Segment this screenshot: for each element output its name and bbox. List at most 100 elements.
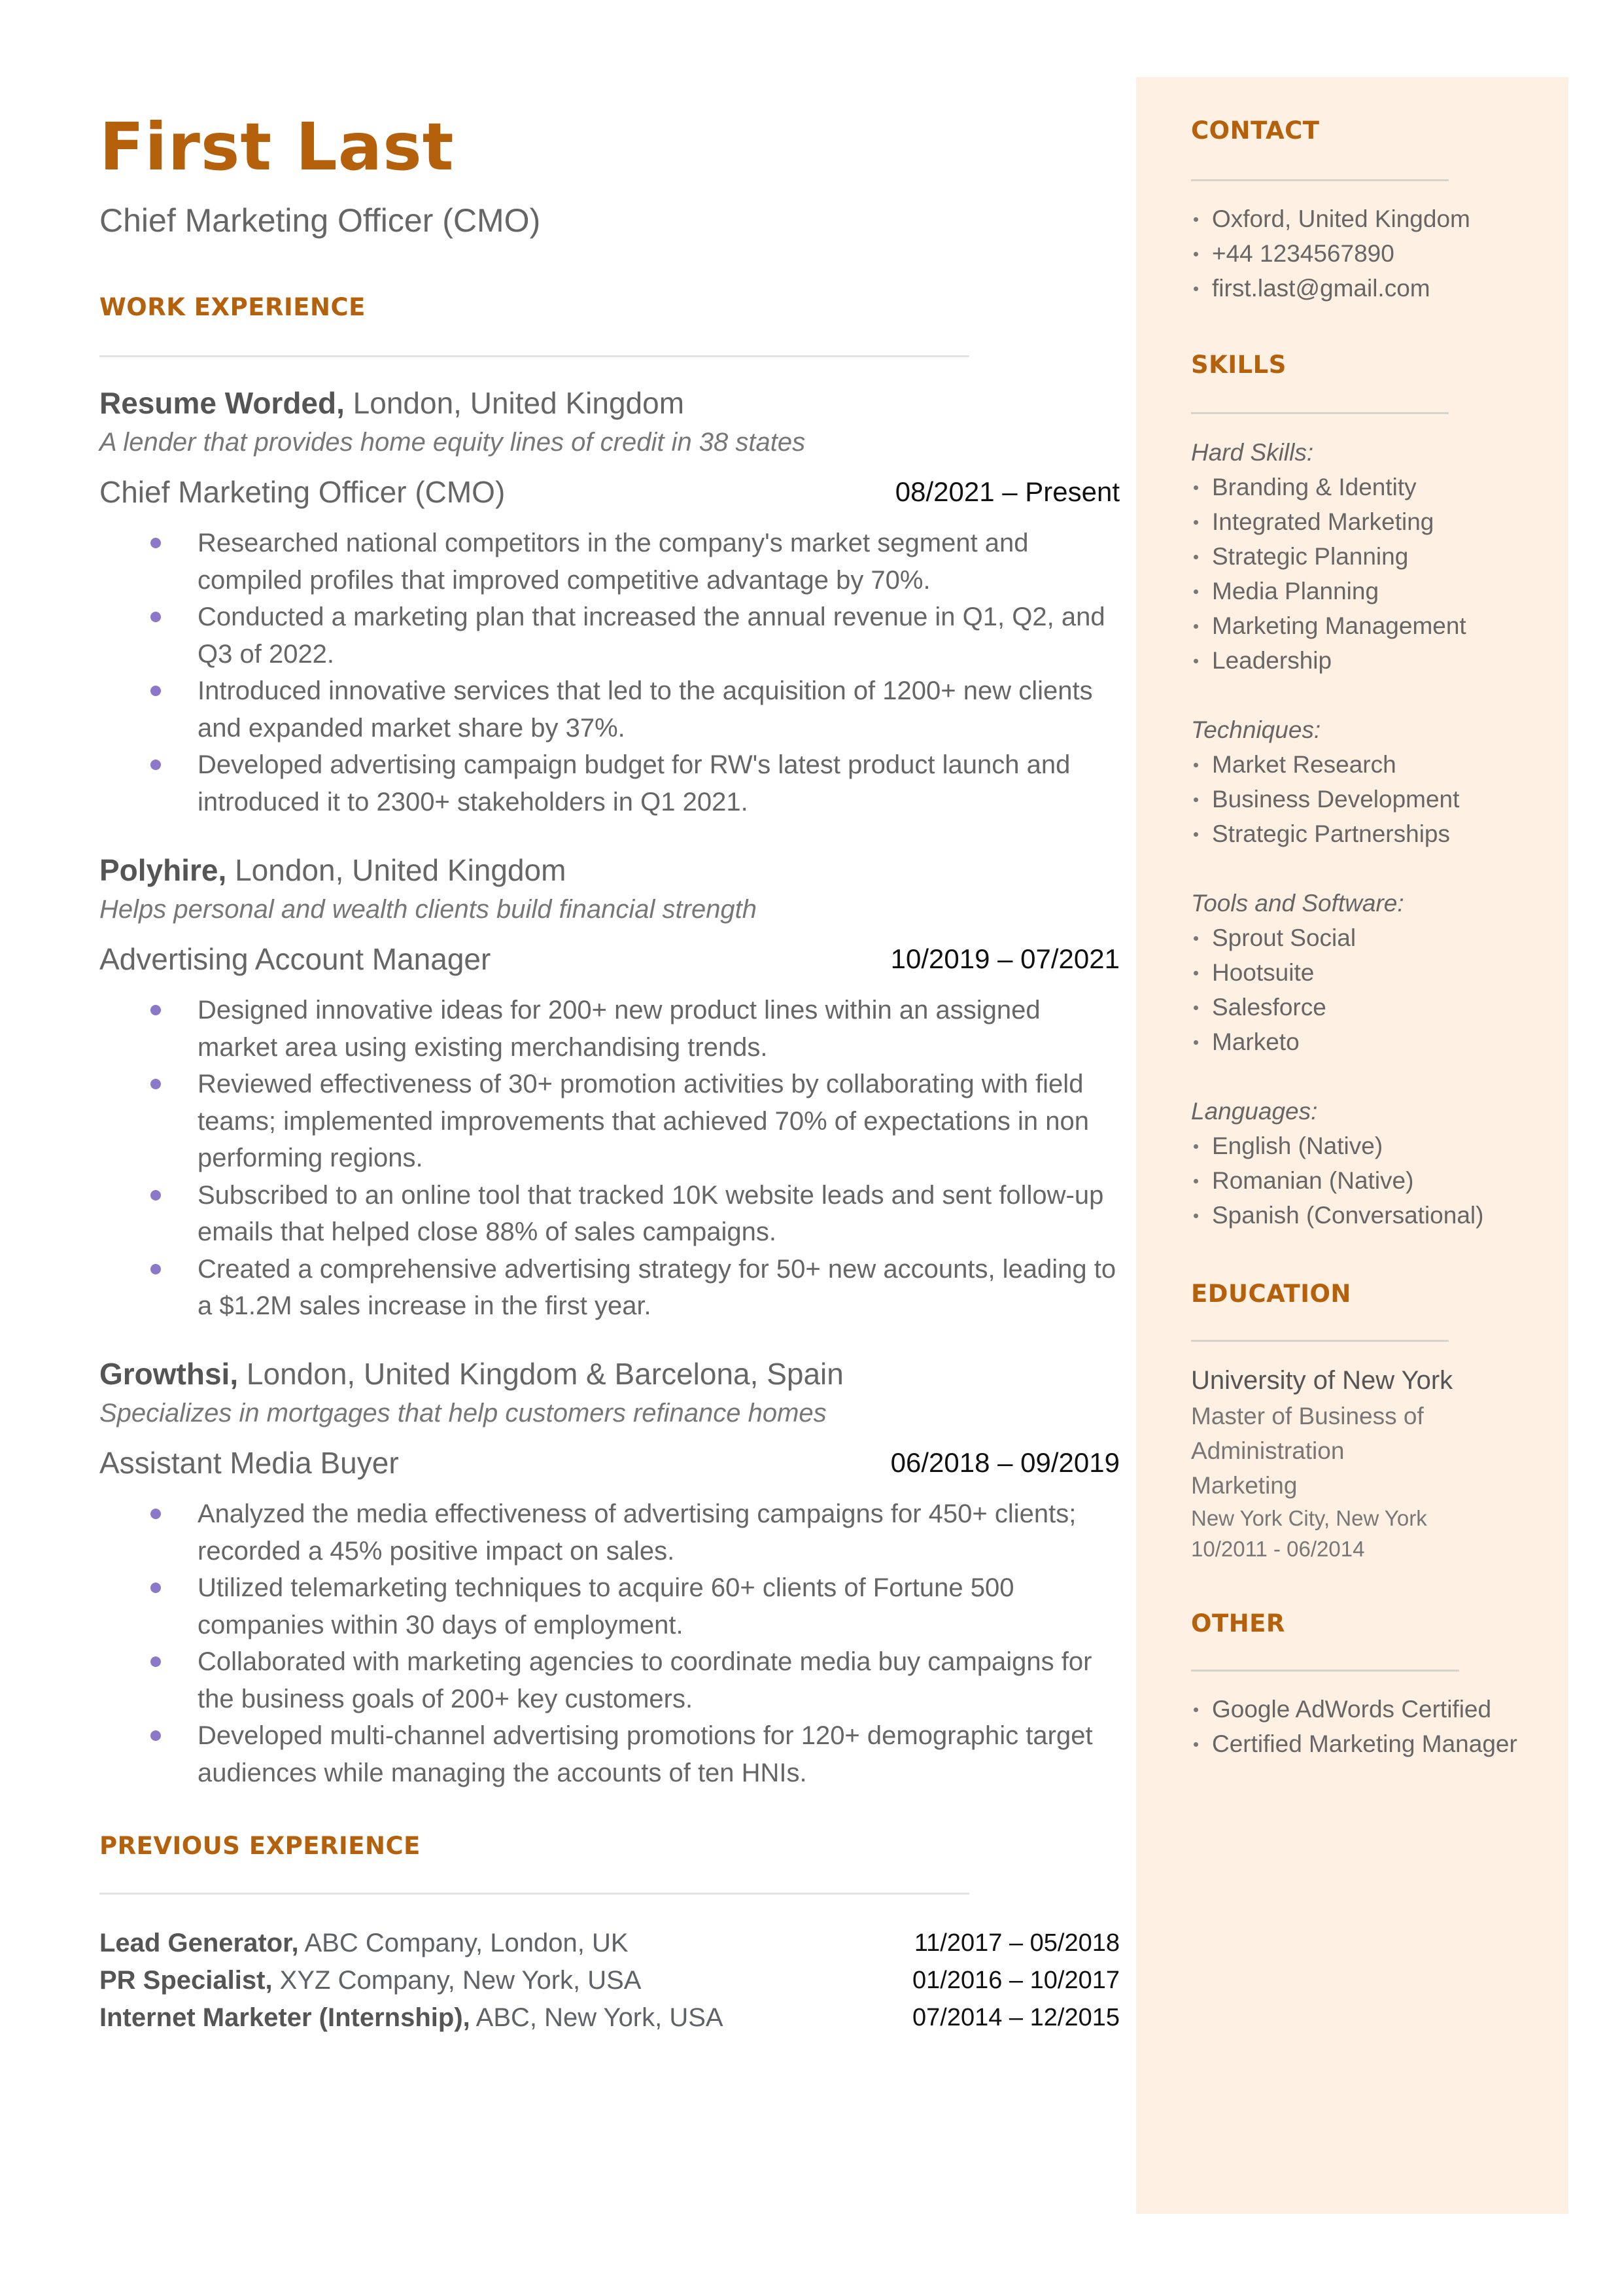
company-location: London, United Kingdom & Barcelona, Spai… — [238, 1357, 844, 1391]
role-row: Advertising Account Manager 10/2019 – 07… — [99, 938, 1120, 988]
contact-heading: CONTACT — [1191, 116, 1320, 145]
achievement-list: Analyzed the media effectiveness of adve… — [99, 1496, 1120, 1791]
company-name: Polyhire, — [99, 853, 227, 887]
bullet-dot-icon — [1194, 832, 1198, 837]
company-location: London, United Kingdom — [226, 853, 566, 887]
skill-item: Business Development — [1191, 782, 1483, 816]
bullet-dot-icon — [150, 1656, 161, 1667]
skill-text: English (Native) — [1212, 1132, 1383, 1159]
skill-text: Marketing Management — [1212, 612, 1466, 639]
bullet-dot-icon — [1194, 1708, 1198, 1712]
bullet-dot-icon — [1194, 659, 1198, 663]
previous-role: Internet Marketer (Internship), — [99, 2003, 470, 2032]
previous-role: PR Specialist, — [99, 1966, 273, 1995]
candidate-name: First Last — [99, 109, 455, 185]
education-dates: 10/2011 - 06/2014 — [1191, 1537, 1365, 1561]
education-entry: University of New York Master of Busines… — [1191, 1362, 1453, 1564]
bullet-dot-icon — [150, 612, 161, 622]
achievement-text: Designed innovative ideas for 200+ new p… — [198, 996, 1041, 1062]
skill-item: Branding & Identity — [1191, 470, 1483, 504]
achievement-text: Developed multi-channel advertising prom… — [198, 1721, 1093, 1787]
bullet-dot-icon — [1194, 1144, 1198, 1149]
company-name: Growthsi, — [99, 1357, 239, 1391]
job-dates: 08/2021 – Present — [895, 476, 1120, 507]
skill-text: Market Research — [1212, 751, 1396, 778]
bullet-dot-icon — [150, 1583, 161, 1593]
achievement-item: Created a comprehensive advertising stra… — [99, 1251, 1120, 1325]
achievement-item: Analyzed the media effectiveness of adve… — [99, 1496, 1120, 1569]
skill-item: Market Research — [1191, 747, 1483, 782]
skill-item: Hootsuite — [1191, 955, 1483, 990]
skill-item: Strategic Planning — [1191, 539, 1483, 574]
bullet-dot-icon — [1194, 1040, 1198, 1045]
candidate-title: Chief Marketing Officer (CMO) — [99, 202, 541, 239]
company-line: Polyhire, London, United Kingdom — [99, 850, 1120, 890]
bullet-dot-icon — [1194, 485, 1198, 490]
job-role: Assistant Media Buyer — [99, 1446, 399, 1480]
achievement-item: Subscribed to an online tool that tracke… — [99, 1177, 1120, 1251]
previous-experience-heading: PREVIOUS EXPERIENCE — [99, 1832, 421, 1860]
previous-experience-divider — [99, 1893, 969, 1895]
company-name: Resume Worded, — [99, 386, 345, 420]
spacer — [1191, 1059, 1483, 1094]
bullet-dot-icon — [1194, 252, 1198, 256]
previous-dates: 01/2016 – 10/2017 — [912, 1967, 1120, 1994]
job-role: Chief Marketing Officer (CMO) — [99, 475, 506, 509]
degree-line-2: Administration — [1191, 1437, 1345, 1464]
achievement-text: Subscribed to an online tool that tracke… — [198, 1180, 1104, 1247]
certification-text: Google AdWords Certified — [1212, 1696, 1492, 1723]
degree-major: Marketing — [1191, 1472, 1298, 1499]
previous-detail: XYZ Company, New York, USA — [272, 1966, 642, 1995]
certification-text: Certified Marketing Manager — [1212, 1730, 1517, 1757]
achievement-text: Researched national competitors in the c… — [198, 529, 1029, 595]
school-name: University of New York — [1191, 1366, 1453, 1395]
achievement-item: Collaborated with marketing agencies to … — [99, 1643, 1120, 1717]
bullet-dot-icon — [1194, 1214, 1198, 1218]
skill-item: Sprout Social — [1191, 920, 1483, 955]
contact-phone: +44 1234567890 — [1191, 236, 1470, 271]
achievement-text: Analyzed the media effectiveness of adve… — [198, 1499, 1077, 1566]
contact-location-text: Oxford, United Kingdom — [1212, 205, 1470, 232]
achievement-list: Designed innovative ideas for 200+ new p… — [99, 992, 1120, 1325]
other-divider — [1191, 1670, 1459, 1672]
skill-group-label: Hard Skills: — [1191, 439, 1314, 466]
previous-experience-item: Internet Marketer (Internship), ABC, New… — [99, 1999, 1120, 2037]
bullet-dot-icon — [1194, 763, 1198, 767]
achievement-item: Conducted a marketing plan that increase… — [99, 599, 1120, 673]
other-heading: OTHER — [1191, 1609, 1285, 1638]
skill-text: Hootsuite — [1212, 959, 1315, 986]
previous-experience-list: Lead Generator, ABC Company, London, UK … — [99, 1925, 1120, 2037]
contact-email: first.last@gmail.com — [1191, 271, 1470, 306]
bullet-dot-icon — [1194, 217, 1198, 222]
achievement-item: Researched national competitors in the c… — [99, 525, 1120, 599]
bullet-dot-icon — [150, 1005, 161, 1015]
bullet-dot-icon — [1194, 971, 1198, 975]
job-entry: Polyhire, London, United Kingdom Helps p… — [99, 850, 1120, 1325]
bullet-dot-icon — [1194, 555, 1198, 559]
education-divider — [1191, 1340, 1449, 1342]
skill-item: Marketo — [1191, 1025, 1483, 1059]
achievement-item: Developed advertising campaign budget fo… — [99, 746, 1120, 820]
bullet-dot-icon — [150, 1079, 161, 1089]
skill-text: Branding & Identity — [1212, 474, 1417, 500]
bullet-dot-icon — [1194, 1006, 1198, 1010]
skill-text: Strategic Planning — [1212, 543, 1409, 570]
skill-text: Marketo — [1212, 1028, 1300, 1055]
certification-item: Certified Marketing Manager — [1191, 1726, 1517, 1761]
certification-item: Google AdWords Certified — [1191, 1692, 1517, 1726]
bullet-dot-icon — [150, 686, 161, 696]
bullet-dot-icon — [150, 538, 161, 548]
skill-text: Leadership — [1212, 647, 1332, 674]
previous-detail: ABC, New York, USA — [470, 2003, 723, 2032]
education-heading: EDUCATION — [1191, 1280, 1351, 1308]
achievement-item: Developed multi-channel advertising prom… — [99, 1717, 1120, 1791]
previous-dates: 11/2017 – 05/2018 — [914, 1929, 1120, 1957]
previous-detail: ABC Company, London, UK — [298, 1929, 629, 1957]
job-role: Advertising Account Manager — [99, 942, 491, 976]
bullet-dot-icon — [150, 1189, 161, 1200]
degree-line-1: Master of Business of — [1191, 1403, 1424, 1429]
company-description: A lender that provides home equity lines… — [99, 428, 806, 457]
skill-item: Leadership — [1191, 643, 1483, 678]
skill-item: Strategic Partnerships — [1191, 816, 1483, 851]
previous-dates: 07/2014 – 12/2015 — [912, 2004, 1120, 2031]
